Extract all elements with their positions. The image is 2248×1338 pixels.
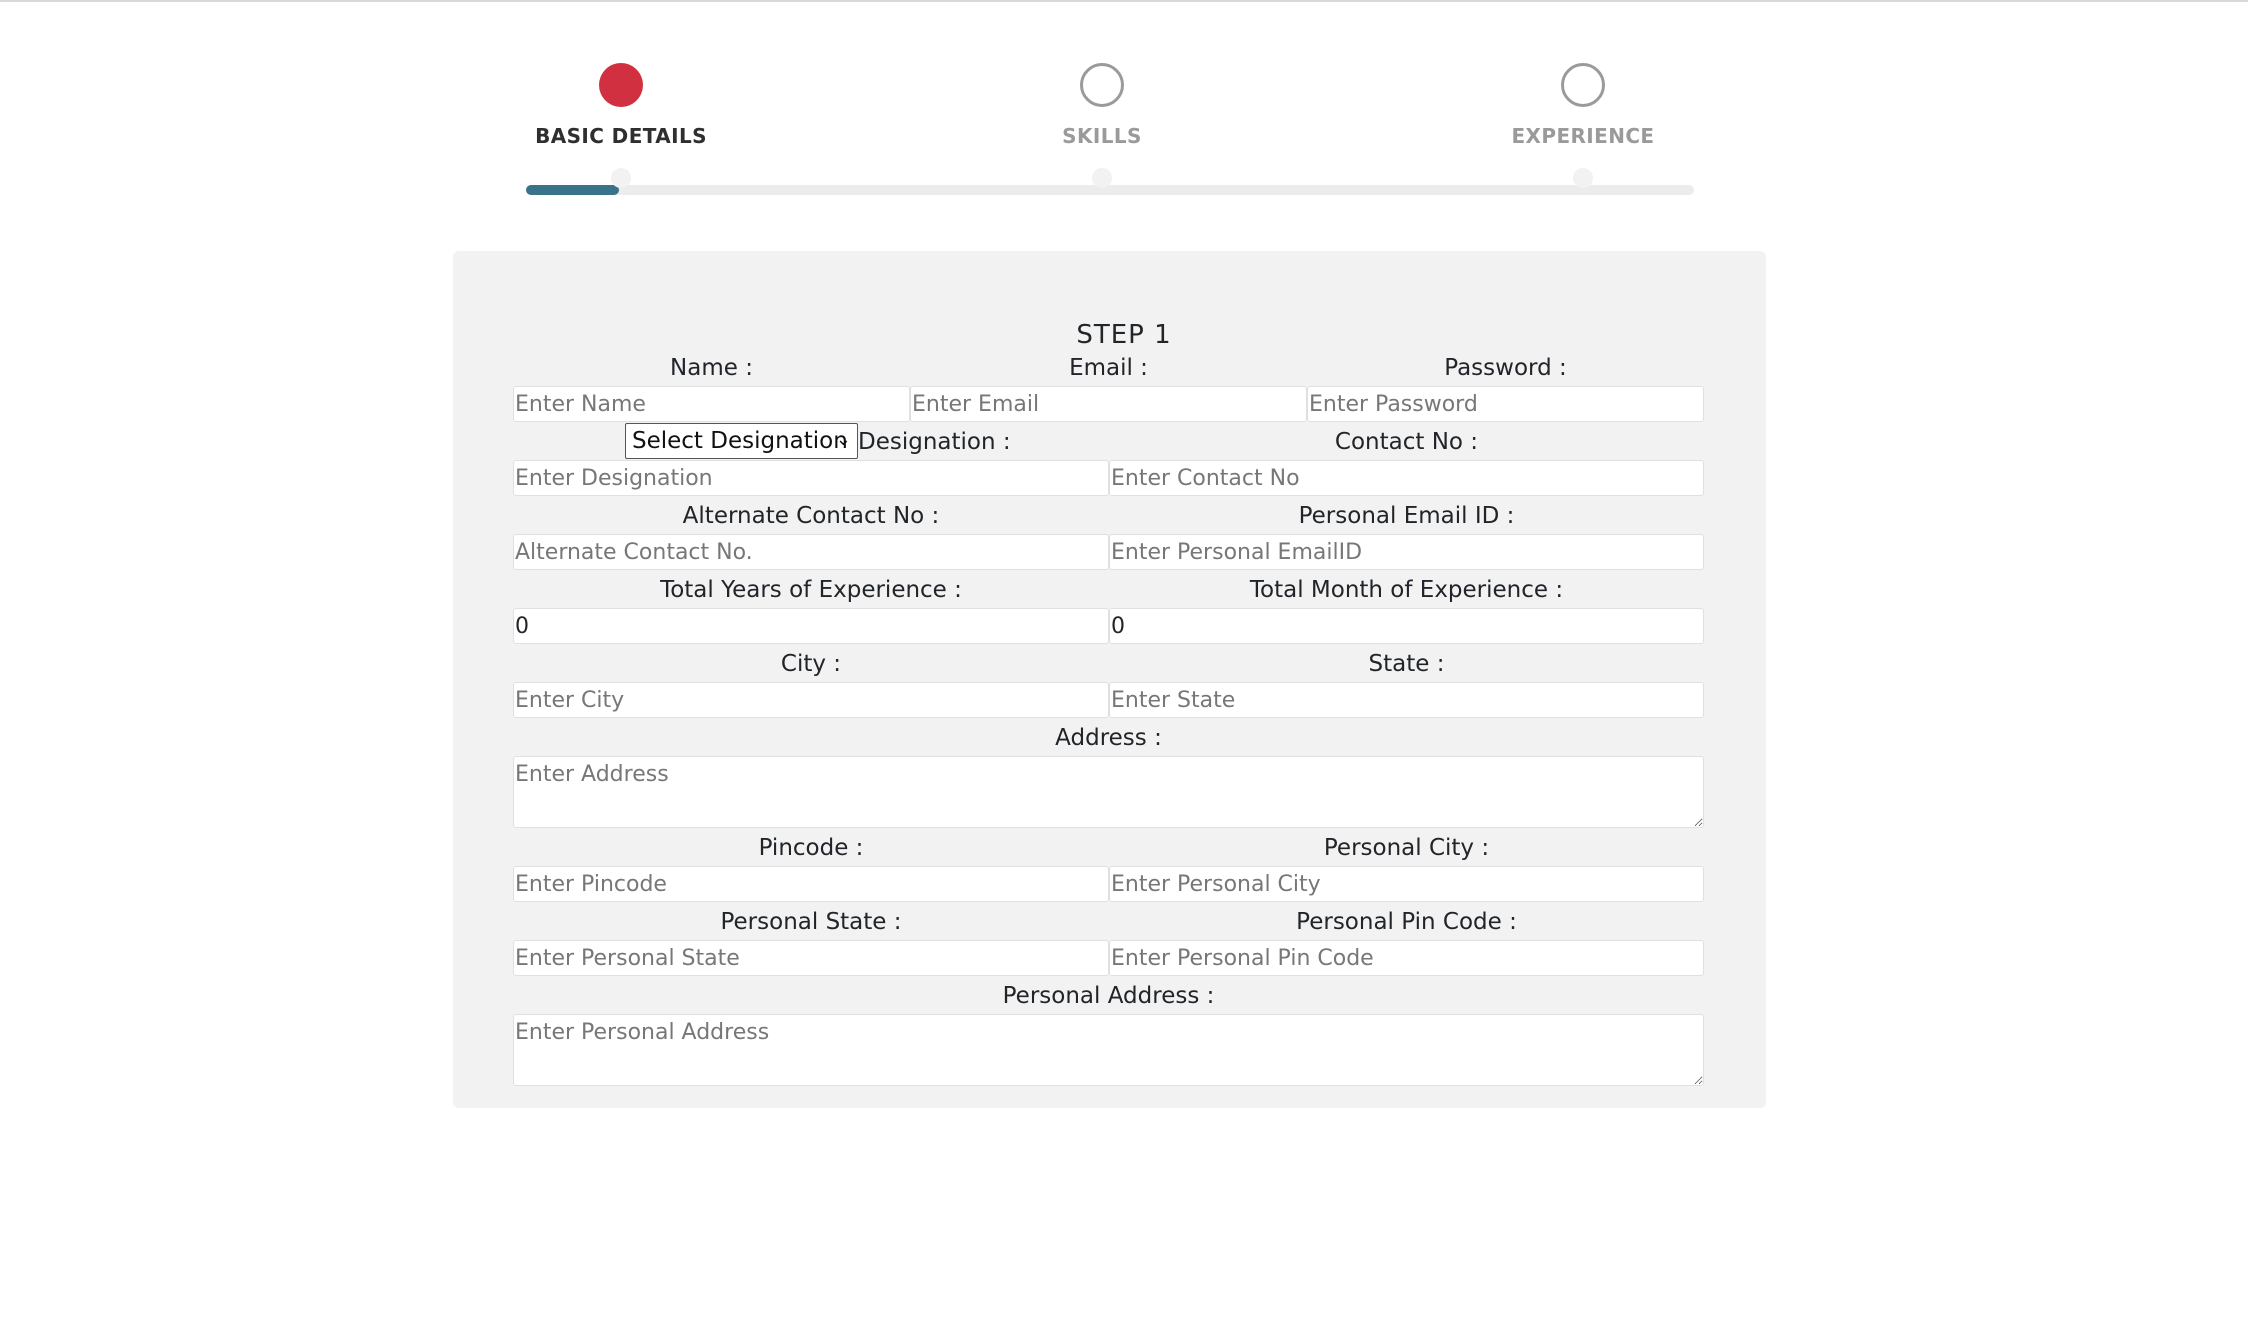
progress-fill <box>526 185 620 195</box>
personal-email-label: Personal Email ID : <box>1298 503 1515 529</box>
designation-input[interactable] <box>513 460 1109 496</box>
personal-pin-label: Personal Pin Code : <box>1296 909 1517 935</box>
years-exp-input[interactable] <box>513 608 1109 644</box>
password-label: Password : <box>1444 355 1567 381</box>
step-indicator <box>1561 63 1605 107</box>
personal-address-label: Personal Address : <box>1002 983 1215 1009</box>
progress-track <box>526 185 1694 195</box>
months-exp-label: Total Month of Experience : <box>1249 577 1564 603</box>
address-textarea[interactable] <box>513 756 1704 828</box>
step-indicator-active <box>599 63 643 107</box>
contact-input[interactable] <box>1109 460 1704 496</box>
contact-label: Contact No : <box>1334 429 1479 455</box>
alt-contact-input[interactable] <box>513 534 1109 570</box>
personal-city-label: Personal City : <box>1323 835 1490 861</box>
chevron-down-icon: ⌄ <box>835 429 851 450</box>
state-input[interactable] <box>1109 682 1704 718</box>
pincode-input[interactable] <box>513 866 1109 902</box>
password-input[interactable] <box>1307 386 1704 422</box>
city-label: City : <box>780 651 842 677</box>
step-label: SKILLS <box>1062 124 1142 148</box>
alt-contact-label: Alternate Contact No : <box>682 503 940 529</box>
designation-select[interactable]: Select Designation ⌄ <box>625 423 858 459</box>
months-exp-input[interactable] <box>1109 608 1704 644</box>
address-label: Address : <box>1055 725 1162 751</box>
step-title: STEP 1 <box>1076 320 1172 350</box>
step-label: BASIC DETAILS <box>535 124 707 148</box>
progress-node <box>611 168 631 188</box>
progress-stepper: BASIC DETAILS SKILLS EXPERIENCE <box>0 0 2248 220</box>
step-indicator <box>1080 63 1124 107</box>
city-input[interactable] <box>513 682 1109 718</box>
progress-node <box>1573 168 1593 188</box>
personal-pin-input[interactable] <box>1109 940 1704 976</box>
pincode-label: Pincode : <box>758 835 864 861</box>
progress-node <box>1092 168 1112 188</box>
state-label: State : <box>1368 651 1445 677</box>
designation-label: Designation : <box>858 429 1011 455</box>
personal-address-textarea[interactable] <box>513 1014 1704 1086</box>
designation-select-value: Select Designation <box>632 428 848 454</box>
step-label: EXPERIENCE <box>1511 124 1655 148</box>
personal-city-input[interactable] <box>1109 866 1704 902</box>
years-exp-label: Total Years of Experience : <box>660 577 962 603</box>
name-label: Name : <box>670 355 753 381</box>
personal-state-input[interactable] <box>513 940 1109 976</box>
personal-email-input[interactable] <box>1109 534 1704 570</box>
personal-state-label: Personal State : <box>720 909 902 935</box>
name-input[interactable] <box>513 386 910 422</box>
email-label: Email : <box>1069 355 1148 381</box>
email-input[interactable] <box>910 386 1307 422</box>
